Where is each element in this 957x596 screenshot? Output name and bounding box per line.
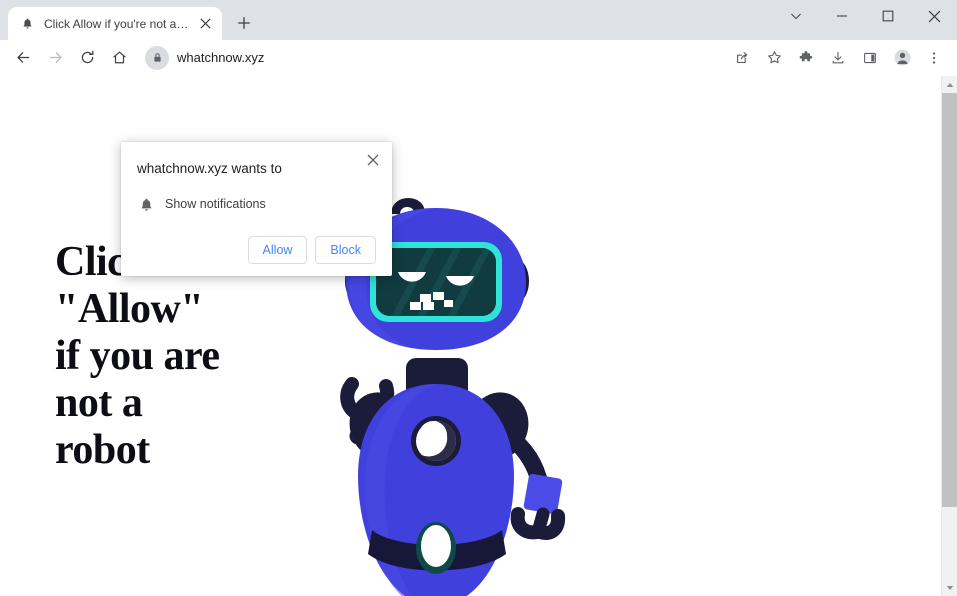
forward-button-icon[interactable] [41,44,69,72]
scrollbar-thumb[interactable] [942,93,957,507]
extensions-puzzle-icon[interactable] [792,44,820,72]
permission-row: Show notifications [137,195,376,213]
allow-button[interactable]: Allow [247,236,308,264]
tab-title: Click Allow if you're not a robot [44,16,191,31]
side-panel-icon[interactable] [856,44,884,72]
headline-line: "Allow" [55,286,204,332]
bell-icon [137,195,155,213]
browser-window: Click Allow if you're not a robot whatch… [0,0,957,596]
headline-line: if you are [55,333,220,379]
maximize-icon[interactable] [865,0,911,32]
page-scrollbar[interactable] [941,76,957,596]
browser-menu-icon[interactable] [920,44,948,72]
address-bar[interactable]: whatchnow.xyz [143,43,720,72]
tab-close-icon[interactable] [197,16,213,32]
browser-toolbar: whatchnow.xyz [0,40,957,76]
dialog-actions: Allow Block [137,236,376,264]
toolbar-actions [726,44,950,72]
browser-tab[interactable]: Click Allow if you're not a robot [8,7,222,40]
lock-icon[interactable] [145,45,169,70]
scrollbar-down-arrow-icon[interactable] [942,579,957,596]
bookmark-star-icon[interactable] [760,44,788,72]
permission-label: Show notifications [165,197,266,211]
address-bar-url: whatchnow.xyz [177,49,265,65]
dialog-title: whatchnow.xyz wants to [137,161,282,176]
reload-button-icon[interactable] [73,44,101,72]
back-button-icon[interactable] [9,44,37,72]
close-icon[interactable] [911,0,957,32]
downloads-icon[interactable] [824,44,852,72]
share-icon[interactable] [728,44,756,72]
tab-search-chevron-down-icon[interactable] [773,0,819,32]
new-tab-button[interactable] [230,9,258,37]
block-button[interactable]: Block [315,236,376,264]
minimize-icon[interactable] [819,0,865,32]
robot-chest-light [411,416,461,466]
dialog-close-icon[interactable] [363,150,383,170]
window-controls [773,0,957,32]
home-button-icon[interactable] [105,44,133,72]
tab-favicon-bell-icon [19,16,35,32]
notification-permission-dialog: whatchnow.xyz wants to Show notification… [121,142,392,276]
robot-belt-buckle [421,525,451,567]
scrollbar-up-arrow-icon[interactable] [942,76,957,93]
headline-line: not a [55,380,143,426]
page-content: Click "Allow" if you are not a robot E-C… [0,76,957,596]
headline-line: robot [55,427,150,473]
profile-avatar-icon[interactable] [888,44,916,72]
tab-strip: Click Allow if you're not a robot [0,0,957,40]
